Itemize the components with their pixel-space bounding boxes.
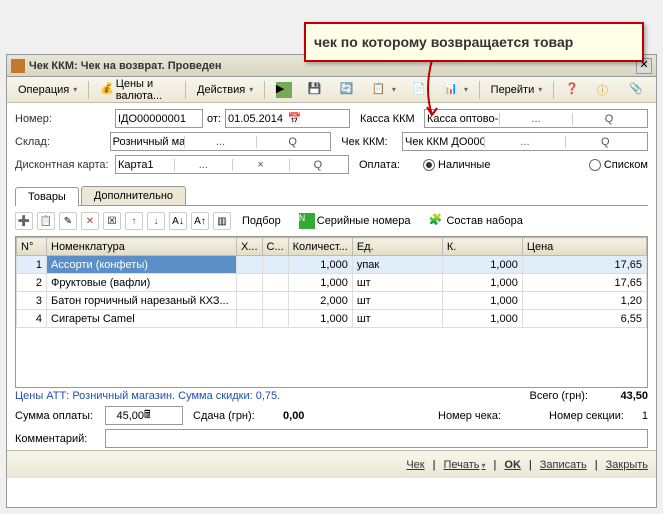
change-label: Сдача (грн):	[193, 410, 255, 422]
sklad-label: Склад:	[15, 136, 110, 148]
prices-button[interactable]: 💰 Цены и валюта...	[93, 75, 181, 105]
sum-label: Сумма оплаты:	[15, 410, 101, 422]
ellipsis-button[interactable]: ...	[499, 113, 572, 125]
prices-info: Цены АТТ: Розничный магазин. Сумма скидк…	[15, 390, 530, 402]
main-toolbar: Операция 💰 Цены и валюта... Действия ▶ 💾…	[7, 77, 656, 103]
operation-menu[interactable]: Операция	[11, 81, 84, 99]
prices-info-row: Цены АТТ: Розничный магазин. Сумма скидк…	[7, 388, 656, 404]
table-row[interactable]: 4Сигареты Camel1,000шт1,0006,55	[17, 310, 647, 328]
col-ed[interactable]: Ед.	[352, 238, 442, 256]
number-field[interactable]: ІДО00000001	[115, 109, 203, 128]
total-label: Всего (грн):	[530, 390, 589, 402]
callout-text: чек по которому возвращается товар	[314, 34, 573, 50]
table-toolbar: ➕ 📋 ✎ ✕ ☒ ↑ ↓ A↓ A↑ ▥ Подбор NСерийные н…	[7, 206, 656, 236]
section-value: 1	[628, 410, 648, 422]
col-qty[interactable]: Количест...	[288, 238, 352, 256]
actions-menu[interactable]: Действия	[190, 81, 260, 99]
add-icon[interactable]: ➕	[15, 212, 33, 230]
clear-icon[interactable]: ☒	[103, 212, 121, 230]
tab-goods[interactable]: Товары	[15, 187, 79, 206]
chek-field[interactable]: Чек ККМ ДО000000005 от 01.07.2011 12...Q	[402, 132, 648, 151]
tb-save-icon[interactable]: 💾	[301, 79, 331, 101]
close-link[interactable]: Закрыть	[606, 459, 648, 471]
copy-icon[interactable]: 📋	[37, 212, 55, 230]
up-icon[interactable]: ↑	[125, 212, 143, 230]
calc-icon[interactable]: 🖩	[144, 406, 180, 425]
tb-att-icon[interactable]: 📎	[622, 79, 652, 101]
tabs: Товары Дополнительно	[15, 186, 648, 206]
col-n[interactable]: N°	[17, 238, 47, 256]
tb-tree-icon[interactable]: 📋	[365, 79, 403, 101]
date-field[interactable]: 01.05.2014 18:11:21📅	[225, 109, 350, 128]
edit-icon[interactable]: ✎	[59, 212, 77, 230]
radio-cash[interactable]	[423, 159, 435, 171]
open-button[interactable]: Q	[572, 113, 645, 125]
comment-field[interactable]	[105, 429, 648, 448]
disc-label: Дисконтная карта:	[15, 159, 115, 171]
sort-desc-icon[interactable]: A↑	[191, 212, 209, 230]
action-bar: Чек| Печать| OK| Записать| Закрыть	[7, 450, 656, 478]
form-area: Номер: ІДО00000001 от: 01.05.2014 18:11:…	[7, 103, 656, 182]
select-button[interactable]: Подбор	[235, 212, 288, 230]
oplata-label: Оплата:	[359, 159, 419, 171]
chek-link[interactable]: Чек	[406, 459, 424, 471]
tb-help-icon[interactable]: ❓	[558, 79, 588, 101]
go-menu[interactable]: Перейти	[484, 81, 550, 99]
sklad-field[interactable]: Розничный магазин...Q	[110, 132, 332, 151]
col-h[interactable]: Х...	[237, 238, 263, 256]
money-icon: 💰	[100, 82, 114, 98]
print-link[interactable]: Печать	[443, 459, 485, 471]
disc-field[interactable]: Карта1...×Q	[115, 155, 349, 174]
window: Чек ККМ: Чек на возврат. Проведен ✕ Опер…	[6, 54, 657, 508]
barcode-icon[interactable]: ▥	[213, 212, 231, 230]
kit-button[interactable]: 🧩Состав набора	[421, 210, 529, 232]
kassa-label: Касса ККМ	[360, 113, 420, 125]
chek-label: Чек ККМ:	[341, 136, 398, 148]
comment-label: Комментарий:	[15, 433, 101, 445]
ok-button[interactable]: OK	[504, 459, 521, 471]
callout-arrow	[418, 60, 448, 122]
number-label: Номер:	[15, 113, 115, 125]
chekno-label: Номер чека:	[438, 410, 501, 422]
radio-list[interactable]	[589, 159, 601, 171]
tb-post-icon[interactable]: ▶	[269, 79, 299, 101]
serial-button[interactable]: NСерийные номера	[292, 210, 418, 232]
change-value: 0,00	[259, 410, 329, 422]
tb-refresh-icon[interactable]: 🔄	[333, 79, 363, 101]
table-row[interactable]: 3Батон горчичный нарезаный КХЗ...2,000шт…	[17, 292, 647, 310]
table-row[interactable]: 1Ассорти (конфеты)1,000упак1,00017,65	[17, 256, 647, 274]
col-s[interactable]: С...	[262, 238, 288, 256]
kassa-field[interactable]: Касса оптово-розничного магазина...Q	[424, 109, 648, 128]
sort-asc-icon[interactable]: A↓	[169, 212, 187, 230]
delete-icon[interactable]: ✕	[81, 212, 99, 230]
col-k[interactable]: К.	[442, 238, 522, 256]
col-price[interactable]: Цена	[522, 238, 646, 256]
section-label: Номер секции:	[549, 410, 624, 422]
sum-field[interactable]: 45,00🖩	[105, 406, 183, 425]
goods-table[interactable]: N° Номенклатура Х... С... Количест... Ед…	[15, 236, 648, 388]
save-link[interactable]: Записать	[540, 459, 587, 471]
down-icon[interactable]: ↓	[147, 212, 165, 230]
col-nom[interactable]: Номенклатура	[47, 238, 237, 256]
tab-additional[interactable]: Дополнительно	[81, 186, 186, 205]
app-icon	[11, 59, 25, 73]
from-label: от:	[207, 113, 221, 125]
callout-box: чек по которому возвращается товар	[304, 22, 644, 62]
table-row[interactable]: 2Фруктовые (вафли)1,000шт1,00017,65	[17, 274, 647, 292]
calendar-icon[interactable]: 📅	[287, 112, 347, 125]
tb-info-icon[interactable]: ⓘ	[590, 79, 620, 101]
total-value: 43,50	[588, 390, 648, 402]
